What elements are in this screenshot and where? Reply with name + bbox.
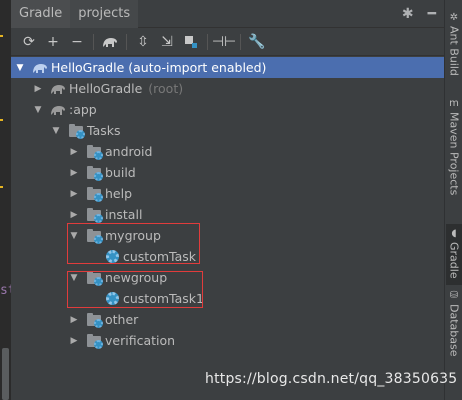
tree-row-hellogradle[interactable]: ▶ HelloGradle (root) [11, 78, 444, 99]
tree-row-label: :app [69, 102, 97, 117]
gear-icon[interactable]: ✱ [402, 6, 414, 22]
tree-row-group-other[interactable]: ▶ other [11, 309, 444, 330]
remove-icon[interactable]: − [65, 30, 89, 54]
folder-gear-icon [86, 144, 103, 160]
elephant-icon [50, 102, 66, 118]
expanded-arrow-icon[interactable]: ▼ [69, 273, 79, 283]
tree-row-label: customTask1 [123, 291, 204, 306]
tree-row-label: newgroup [105, 270, 168, 285]
side-tab-maven-projects[interactable]: m Maven Projects [446, 98, 462, 195]
folder-gear-icon [86, 186, 103, 202]
tree-row-label: help [105, 186, 133, 201]
collapsed-arrow-icon[interactable]: ▶ [33, 84, 43, 94]
folder-gear-icon [68, 123, 85, 139]
editor-scrollbar[interactable] [2, 348, 9, 400]
tree-row-label: android [105, 144, 153, 159]
tree-row-app[interactable]: ▼ :app [11, 99, 444, 120]
toolbar-separator [207, 33, 208, 50]
right-tool-stripe: ✲ Ant Build m Maven Projects ◖ Gradle ⛁ … [444, 0, 462, 400]
collapse-all-icon[interactable]: ⇲ [155, 30, 179, 54]
editor-gutter-strip: st [0, 0, 16, 400]
maven-icon: m [449, 98, 459, 109]
tree-row-label: mygroup [105, 228, 161, 243]
elephant-icon [32, 60, 48, 76]
collapsed-arrow-icon[interactable]: ▶ [69, 315, 79, 325]
tree-row-tasks[interactable]: ▼ Tasks [11, 120, 444, 141]
database-icon: ⛁ [449, 290, 459, 301]
root-suffix: (root) [148, 81, 184, 96]
folder-gear-icon [86, 270, 103, 286]
gradle-task-gear-icon [104, 249, 120, 265]
editor-marker [0, 119, 3, 121]
group-tasks-icon[interactable] [179, 30, 203, 54]
tab-gradle[interactable]: Gradle [11, 0, 71, 28]
tab-projects[interactable]: projects [70, 0, 139, 28]
toolbar-separator [126, 33, 127, 50]
toolbar-separator [93, 33, 94, 50]
expanded-arrow-icon[interactable]: ▼ [33, 105, 43, 115]
collapsed-arrow-icon[interactable]: ▶ [69, 147, 79, 157]
tree-row-group-mygroup[interactable]: ▼ mygroup [11, 225, 444, 246]
tree-row-label: verification [105, 333, 176, 348]
watermark-text: https://blog.csdn.net/qq_38350635 [205, 371, 458, 387]
toolbar-separator [240, 33, 241, 50]
tool-window-tabbar: Gradle projects ✱ ━ [11, 0, 444, 28]
editor-marker [0, 35, 3, 37]
tree-row-root-project[interactable]: ▼ HelloGradle (auto-import enabled) [11, 57, 444, 78]
side-tab-database[interactable]: ⛁ Database [446, 290, 462, 357]
folder-gear-icon [86, 207, 103, 223]
tree-row-task-customtask1[interactable]: customTask1 [11, 288, 444, 309]
tree-row-task-customtask[interactable]: customTask [11, 246, 444, 267]
tree-row-group-verification[interactable]: ▶ verification [11, 330, 444, 351]
gradle-task-tree: ▼ HelloGradle (auto-import enabled) ▶ He… [11, 56, 444, 351]
side-tab-gradle[interactable]: ◖ Gradle [446, 224, 462, 285]
folder-gear-icon [86, 165, 103, 181]
folder-gear-icon [86, 228, 103, 244]
collapsed-arrow-icon[interactable]: ▶ [69, 336, 79, 346]
tree-row-label: HelloGradle (auto-import enabled) [51, 60, 267, 75]
minimize-icon[interactable]: ━ [428, 6, 436, 22]
collapsed-arrow-icon[interactable]: ▶ [69, 168, 79, 178]
side-tab-ant-build[interactable]: ✲ Ant Build [446, 12, 462, 76]
tree-row-group-newgroup[interactable]: ▼ newgroup [11, 267, 444, 288]
wrench-icon[interactable]: 🔧 [245, 30, 269, 54]
toggle-offline-icon[interactable]: ⊣⊢ [212, 30, 236, 54]
tree-row-group-android[interactable]: ▶ android [11, 141, 444, 162]
expand-all-icon[interactable]: ⇳ [131, 30, 155, 54]
folder-gear-icon [86, 333, 103, 349]
tree-row-label: Tasks [87, 123, 121, 138]
folder-gear-icon [86, 312, 103, 328]
tree-row-label: install [105, 207, 143, 222]
add-icon[interactable]: + [41, 30, 65, 54]
elephant-run-icon[interactable] [98, 30, 122, 54]
expanded-arrow-icon[interactable]: ▼ [15, 63, 25, 73]
tree-row-group-build[interactable]: ▶ build [11, 162, 444, 183]
gradle-toolbar: ⟳ + − ⇳ ⇲ ⊣⊢ 🔧 [11, 28, 444, 56]
ant-icon: ✲ [449, 12, 459, 23]
gradle-task-gear-icon [104, 291, 120, 307]
elephant-icon [50, 81, 66, 97]
tree-row-group-help[interactable]: ▶ help [11, 183, 444, 204]
tree-row-label: build [105, 165, 136, 180]
refresh-icon[interactable]: ⟳ [17, 30, 41, 54]
gradle-elephant-icon: ◖ [451, 228, 457, 239]
editor-marker [0, 186, 3, 188]
tree-row-label: HelloGradle [69, 81, 143, 96]
tree-row-label: customTask [123, 249, 197, 264]
collapsed-arrow-icon[interactable]: ▶ [69, 189, 79, 199]
gradle-tool-window: Gradle projects ✱ ━ ⟳ + − ⇳ ⇲ ⊣⊢ 🔧 ▼ Hel… [11, 0, 444, 400]
tree-row-group-install[interactable]: ▶ install [11, 204, 444, 225]
tree-row-label: other [105, 312, 139, 327]
collapsed-arrow-icon[interactable]: ▶ [69, 210, 79, 220]
expanded-arrow-icon[interactable]: ▼ [51, 126, 61, 136]
expanded-arrow-icon[interactable]: ▼ [69, 231, 79, 241]
